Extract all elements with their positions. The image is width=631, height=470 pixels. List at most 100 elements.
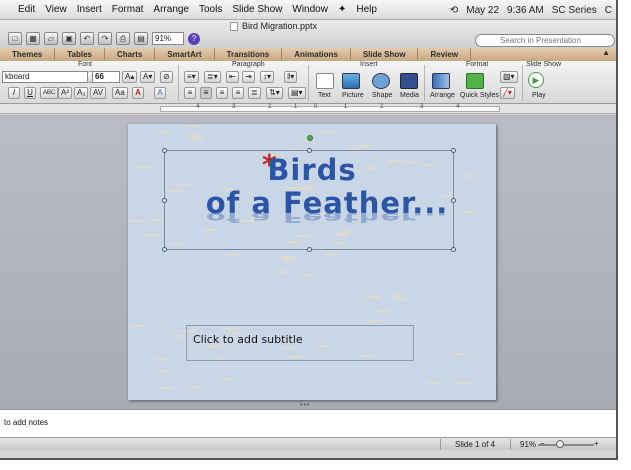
new-slide-icon[interactable]: □ bbox=[8, 32, 22, 45]
clear-format-icon[interactable]: ⊘ bbox=[160, 71, 173, 83]
rotate-handle[interactable] bbox=[307, 135, 313, 141]
distribute-icon[interactable]: ≣ bbox=[248, 87, 261, 99]
menu-edit[interactable]: Edit bbox=[18, 4, 35, 15]
menu-view[interactable]: View bbox=[45, 4, 67, 15]
save-icon[interactable]: ▣ bbox=[62, 32, 76, 45]
applescript-icon[interactable]: ✦ bbox=[338, 4, 346, 15]
resize-handle[interactable] bbox=[307, 247, 312, 252]
superscript-button[interactable]: A² bbox=[58, 87, 72, 99]
tab-tables[interactable]: Tables bbox=[55, 48, 105, 61]
search-input[interactable] bbox=[475, 34, 615, 47]
menu-slide-show[interactable]: Slide Show bbox=[232, 4, 282, 15]
pane-splitter[interactable]: ••• bbox=[300, 402, 310, 409]
redo-icon[interactable]: ↷ bbox=[98, 32, 112, 45]
tab-transitions[interactable]: Transitions bbox=[215, 48, 283, 61]
resize-handle[interactable] bbox=[451, 247, 456, 252]
group-separator bbox=[424, 65, 425, 101]
font-size-field[interactable]: 66 bbox=[92, 71, 120, 83]
line-spacing-icon[interactable]: ↕▾ bbox=[260, 71, 275, 83]
media-browser-icon[interactable]: ▤ bbox=[134, 32, 148, 45]
decrease-indent-icon[interactable]: ⇤ bbox=[226, 71, 239, 83]
undo-icon[interactable]: ↶ bbox=[80, 32, 94, 45]
menu-window[interactable]: Window bbox=[292, 4, 328, 15]
fill-color-icon[interactable]: ▨▾ bbox=[500, 71, 518, 83]
tab-smartart[interactable]: SmartArt bbox=[155, 48, 215, 61]
numbering-icon[interactable]: ≣▾ bbox=[204, 71, 221, 83]
menu-tools[interactable]: Tools bbox=[199, 4, 222, 15]
text-button-label[interactable]: Text bbox=[318, 92, 331, 99]
bird-pattern-icon bbox=[155, 357, 169, 361]
increase-indent-icon[interactable]: ⇥ bbox=[242, 71, 255, 83]
tab-charts[interactable]: Charts bbox=[105, 48, 156, 61]
strikethrough-button[interactable]: ABC bbox=[40, 87, 59, 99]
columns-icon[interactable]: ‖▾ bbox=[284, 71, 298, 83]
grow-font-icon[interactable]: A▴ bbox=[122, 71, 138, 83]
shape-button-label[interactable]: Shape bbox=[372, 92, 392, 99]
help-icon[interactable]: ? bbox=[188, 32, 200, 45]
ruler-strip[interactable] bbox=[160, 106, 500, 112]
bird-pattern-icon bbox=[226, 253, 240, 257]
bird-pattern-icon bbox=[375, 309, 389, 313]
bullets-icon[interactable]: ≡▾ bbox=[184, 71, 199, 83]
tab-animations[interactable]: Animations bbox=[282, 48, 351, 61]
menu-insert[interactable]: Insert bbox=[77, 4, 102, 15]
ruler-mark: 4 bbox=[456, 104, 460, 110]
media-icon[interactable] bbox=[400, 73, 418, 89]
font-color-button[interactable]: A bbox=[132, 87, 144, 99]
ruler-mark: 3 bbox=[420, 104, 424, 110]
print-icon[interactable]: ⎙ bbox=[116, 32, 130, 45]
italic-button[interactable]: I bbox=[8, 87, 20, 99]
align-center-icon[interactable]: ≡ bbox=[200, 87, 212, 99]
zoom-slider-track[interactable] bbox=[538, 444, 594, 446]
arrange-icon[interactable] bbox=[432, 73, 450, 89]
font-name-field[interactable]: kboard bbox=[2, 71, 88, 83]
resize-handle[interactable] bbox=[162, 247, 167, 252]
slide[interactable]: * Birds of a Feather... of a Feather... … bbox=[128, 124, 496, 400]
menu-format[interactable]: Format bbox=[112, 4, 144, 15]
line-color-icon[interactable]: ╱▾ bbox=[500, 87, 515, 99]
standard-toolbar: Bird Migration.pptx □ ▦ ▱ ▣ ↶ ↷ ⎙ ▤ 91% … bbox=[0, 20, 616, 48]
menu-help[interactable]: Help bbox=[356, 4, 377, 15]
zoom-field[interactable]: 91% bbox=[152, 32, 184, 45]
collapse-ribbon-icon[interactable]: ▲ bbox=[602, 48, 610, 57]
templates-icon[interactable]: ▦ bbox=[26, 32, 40, 45]
align-text-icon[interactable]: ▤▾ bbox=[288, 87, 306, 99]
tab-slide-show[interactable]: Slide Show bbox=[351, 48, 419, 61]
resize-handle[interactable] bbox=[162, 148, 167, 153]
shrink-font-icon[interactable]: A▾ bbox=[140, 71, 156, 83]
play-button-label[interactable]: Play bbox=[532, 92, 546, 99]
change-case-button[interactable]: Aa bbox=[112, 87, 128, 99]
media-button-label[interactable]: Media bbox=[400, 92, 419, 99]
justify-icon[interactable]: ≡ bbox=[232, 87, 244, 99]
group-label-format: Format bbox=[466, 61, 489, 68]
text-box-icon[interactable] bbox=[316, 73, 334, 89]
shape-icon[interactable] bbox=[372, 73, 390, 89]
menu-trailing[interactable]: C bbox=[605, 5, 612, 16]
text-effects-button[interactable]: A bbox=[154, 87, 166, 99]
play-icon[interactable]: ▶ bbox=[528, 72, 544, 88]
subscript-button[interactable]: A₂ bbox=[74, 87, 89, 99]
zoom-in-icon[interactable]: + bbox=[594, 439, 599, 448]
subtitle-placeholder[interactable]: Click to add subtitle bbox=[186, 325, 414, 361]
sync-icon[interactable]: ⟲ bbox=[450, 5, 458, 16]
notes-pane[interactable]: to add notes bbox=[0, 409, 616, 437]
align-left-icon[interactable]: ≡ bbox=[184, 87, 196, 99]
tab-review[interactable]: Review bbox=[418, 48, 472, 61]
bird-pattern-icon bbox=[159, 386, 173, 390]
menu-user[interactable]: SC Series bbox=[552, 5, 597, 16]
menu-arrange[interactable]: Arrange bbox=[153, 4, 189, 15]
arrange-button-label[interactable]: Arrange bbox=[430, 92, 455, 99]
resize-handle[interactable] bbox=[451, 148, 456, 153]
underline-button[interactable]: U bbox=[24, 87, 36, 99]
character-spacing-button[interactable]: AV bbox=[90, 87, 107, 99]
picture-button-label[interactable]: Picture bbox=[342, 92, 364, 99]
text-direction-icon[interactable]: ⇅▾ bbox=[266, 87, 283, 99]
open-icon[interactable]: ▱ bbox=[44, 32, 58, 45]
quick-styles-icon[interactable] bbox=[466, 73, 484, 89]
menu-clock[interactable]: 9:36 AM bbox=[507, 5, 544, 16]
align-right-icon[interactable]: ≡ bbox=[216, 87, 228, 99]
picture-icon[interactable] bbox=[342, 73, 360, 89]
zoom-slider-knob[interactable] bbox=[556, 440, 564, 448]
quick-styles-button-label[interactable]: Quick Styles bbox=[460, 92, 499, 99]
tab-themes[interactable]: Themes bbox=[0, 48, 56, 61]
